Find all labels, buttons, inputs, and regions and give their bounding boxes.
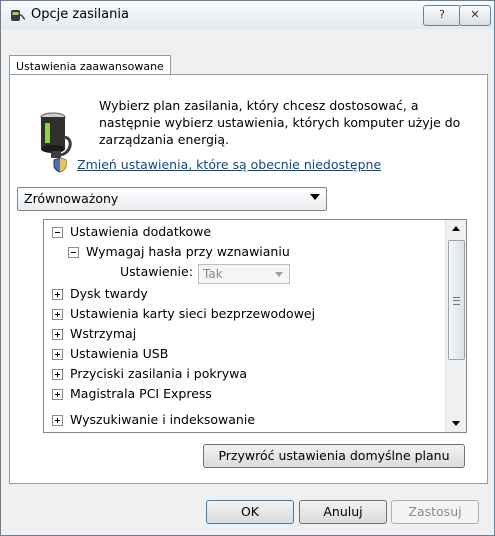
ok-button[interactable]: OK — [206, 500, 294, 524]
restore-defaults-button[interactable]: Przywróć ustawienia domyślne planu — [203, 444, 465, 468]
password-setting-select[interactable]: Tak — [198, 264, 290, 284]
plan-select[interactable]: Zrównoważony — [17, 187, 327, 211]
battery-plug-icon — [37, 109, 77, 159]
close-button[interactable]: ✕ — [459, 5, 491, 26]
window-title: Opcje zasilania — [31, 7, 129, 22]
settings-tree[interactable]: Ustawienia dodatkowe Wymagaj hasła przy … — [43, 219, 467, 433]
collapse-icon[interactable] — [52, 227, 63, 238]
power-options-icon — [9, 7, 27, 23]
tree-item-setting-value: Ustawienie: Tak — [44, 262, 444, 284]
expand-icon[interactable] — [52, 349, 63, 360]
expand-icon[interactable] — [52, 369, 63, 380]
cancel-button[interactable]: Anuluj — [299, 500, 387, 524]
apply-button[interactable]: Zastosuj — [391, 500, 479, 524]
change-unavailable-settings-link[interactable]: Zmień ustawienia, które są obecnie niedo… — [77, 157, 381, 172]
settings-tree-content: Ustawienia dodatkowe Wymagaj hasła przy … — [44, 220, 444, 432]
grip-icon — [453, 297, 460, 305]
tree-scrollbar[interactable] — [445, 220, 466, 432]
intro-text: Wybierz plan zasilania, który chcesz dos… — [99, 98, 461, 147]
plan-select-value: Zrównoważony — [24, 191, 119, 206]
expand-icon[interactable] — [52, 329, 63, 340]
help-button[interactable]: ? — [423, 5, 461, 26]
expand-icon[interactable] — [52, 309, 63, 320]
expand-icon[interactable] — [52, 389, 63, 400]
scroll-up-icon[interactable] — [446, 220, 466, 237]
chevron-down-icon — [275, 272, 283, 277]
scrollbar-thumb[interactable] — [448, 240, 465, 360]
title-bar[interactable]: Opcje zasilania ? ✕ — [1, 1, 494, 29]
scroll-down-icon[interactable] — [446, 415, 466, 432]
expand-icon[interactable] — [52, 289, 63, 300]
shield-icon — [53, 157, 67, 173]
expand-icon[interactable] — [52, 415, 63, 426]
power-options-window: Opcje zasilania ? ✕ Ustawienia zaawansow… — [0, 0, 495, 536]
collapse-icon[interactable] — [68, 247, 79, 258]
tab-strip: Ustawienia zaawansowane — [9, 37, 487, 78]
chevron-down-icon — [310, 194, 320, 200]
